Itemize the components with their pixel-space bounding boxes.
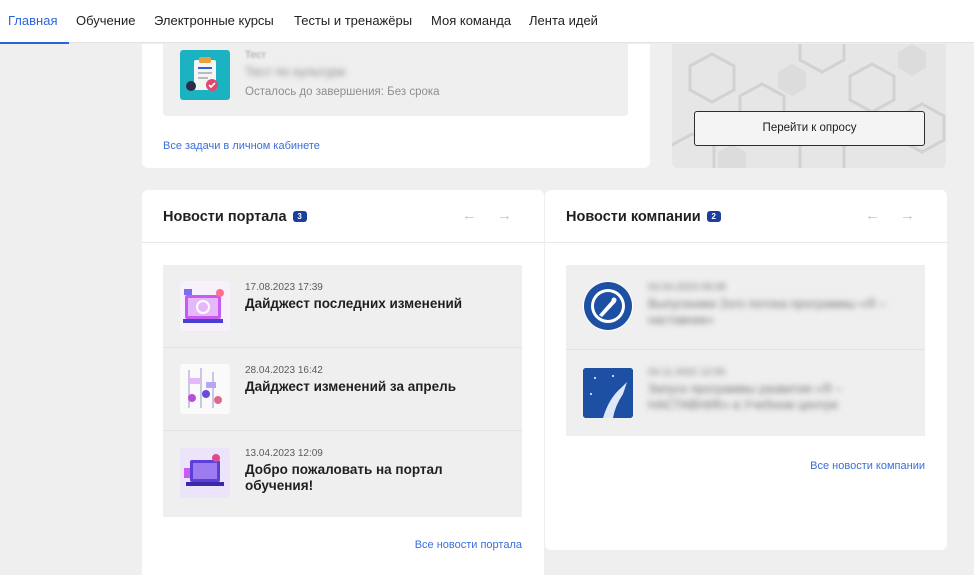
portal-news-list: 17.08.2023 17:39 Дайджест последних изме…: [163, 265, 522, 517]
list-item[interactable]: 04.11.2022 12:00 Запуск программы развит…: [566, 350, 925, 436]
news-date: 04.04.2023 09:08: [648, 282, 726, 293]
digest-illustration-icon: [180, 281, 230, 331]
company-news-header: Новости компании 2 ← →: [545, 190, 947, 243]
welcome-illustration-icon: [180, 448, 230, 498]
news-date: 04.11.2022 12:00: [648, 367, 726, 378]
portal-news-title-text: Новости портала: [163, 209, 287, 225]
arrow-left-icon[interactable]: ←: [865, 207, 880, 224]
list-item[interactable]: 13.04.2023 12:09 Добро пожаловать на пор…: [163, 431, 522, 517]
company-news-title: Новости компании 2: [566, 209, 721, 225]
all-portal-news-link[interactable]: Все новости портала: [415, 539, 522, 551]
news-headline: Выпускники 2ого потока программы «Я – на…: [648, 297, 886, 327]
news-headline: Дайджест изменений за апрель: [245, 379, 457, 394]
task-type: Тест: [245, 50, 266, 61]
company-news-panel: Новости компании 2 ← → 04.04.2023 09:08 В…: [545, 190, 947, 550]
all-tasks-link[interactable]: Все задачи в личном кабинете: [163, 140, 320, 152]
portal-news-header: Новости портала 3 ← →: [142, 190, 544, 243]
portal-news-panel: Новости портала 3 ← → 17.08.2023 17:39 Да…: [142, 190, 544, 575]
list-item[interactable]: 04.04.2023 09:08 Выпускники 2ого потока …: [566, 265, 925, 350]
tab-home[interactable]: Главная: [0, 0, 71, 44]
task-item[interactable]: Тест Тест по культуре Осталось до заверш…: [163, 44, 628, 116]
test-clipboard-icon: [180, 50, 230, 100]
mentor-emblem-icon: [583, 281, 633, 331]
go-to-survey-button[interactable]: Перейти к опросу: [694, 111, 925, 146]
company-news-list: 04.04.2023 09:08 Выпускники 2ого потока …: [566, 265, 925, 436]
news-headline: Добро пожаловать на портал обучения!: [245, 462, 443, 493]
tab-my-team[interactable]: Моя команда: [431, 0, 511, 43]
survey-banner: Перейти к опросу: [672, 44, 946, 168]
hexagon-pattern-background: [672, 44, 946, 168]
team-illustration-icon: [180, 364, 230, 414]
news-headline: Дайджест последних изменений: [245, 296, 463, 311]
rocket-launch-icon: [583, 368, 633, 418]
arrow-left-icon[interactable]: ←: [462, 207, 477, 224]
tasks-card: Тест Тест по культуре Осталось до заверш…: [142, 44, 650, 168]
task-deadline: Осталось до завершения: Без срока: [245, 86, 440, 98]
company-news-title-text: Новости компании: [566, 209, 701, 225]
news-date: 13.04.2023 12:09: [245, 448, 323, 459]
task-title: Тест по культуре: [245, 64, 346, 79]
list-item[interactable]: 17.08.2023 17:39 Дайджест последних изме…: [163, 265, 522, 348]
news-date: 17.08.2023 17:39: [245, 282, 323, 293]
news-headline: Запуск программы развития «Я – НАСТАВНИК…: [648, 382, 842, 412]
company-news-count-badge: 2: [706, 211, 721, 222]
top-navigation: Главная Обучение Электронные курсы Тесты…: [0, 0, 974, 44]
tab-learning[interactable]: Обучение: [76, 0, 135, 43]
arrow-right-icon[interactable]: →: [900, 207, 915, 224]
list-item[interactable]: 28.04.2023 16:42 Дайджест изменений за а…: [163, 348, 522, 431]
portal-news-title: Новости портала 3: [163, 209, 307, 225]
tab-e-courses[interactable]: Электронные курсы: [154, 0, 274, 43]
all-company-news-link[interactable]: Все новости компании: [810, 460, 925, 472]
portal-news-count-badge: 3: [292, 211, 307, 222]
arrow-right-icon[interactable]: →: [497, 207, 512, 224]
tab-ideas-feed[interactable]: Лента идей: [529, 0, 598, 43]
tab-tests[interactable]: Тесты и тренажёры: [294, 0, 412, 43]
news-date: 28.04.2023 16:42: [245, 365, 323, 376]
